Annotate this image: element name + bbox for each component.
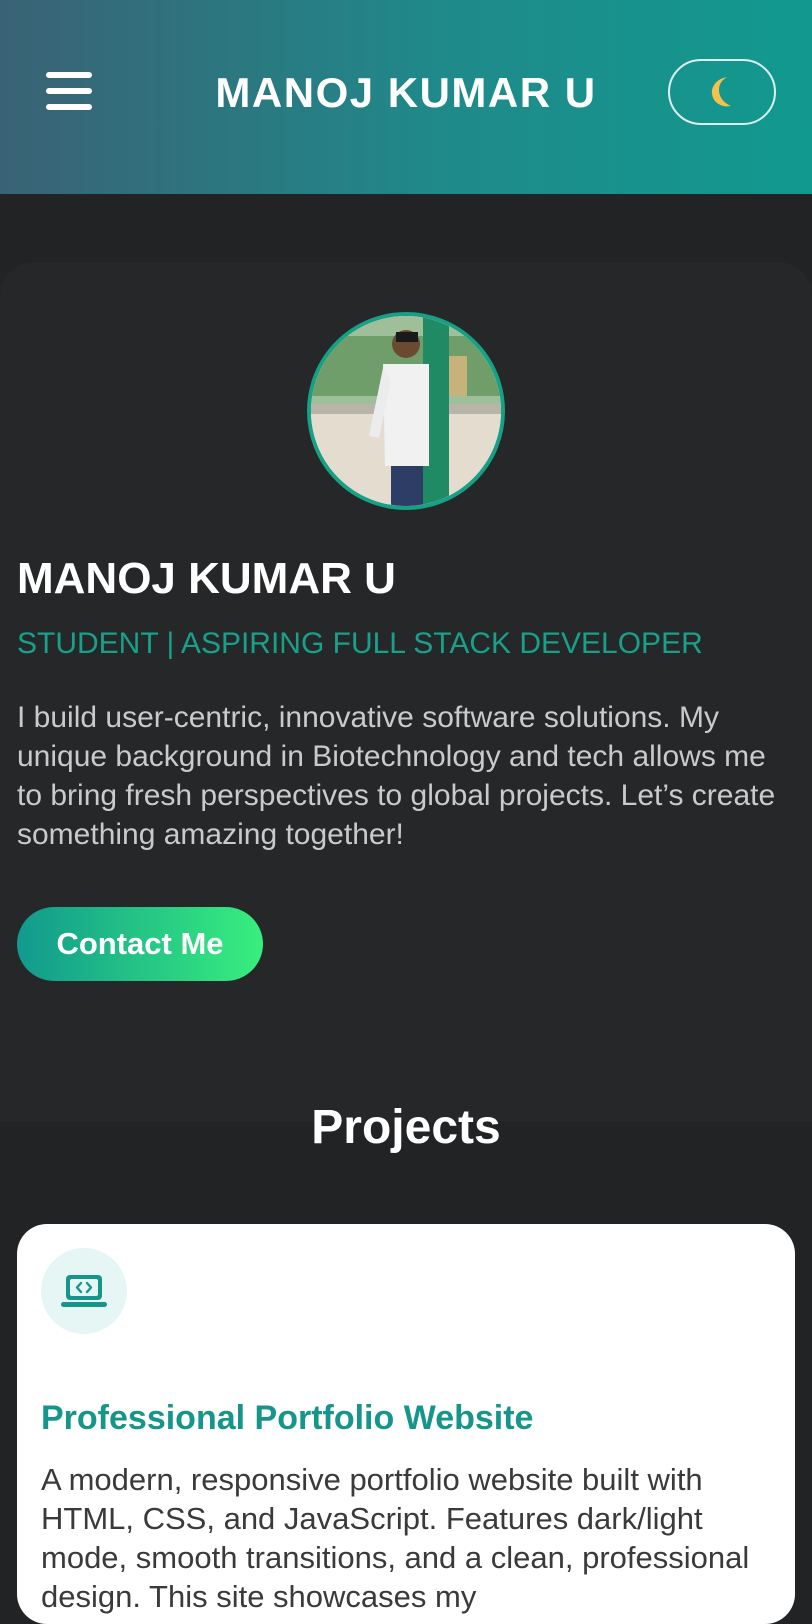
profile-avatar [307,312,505,510]
profile-role: STUDENT | ASPIRING FULL STACK DEVELOPER [17,627,703,660]
project-card[interactable]: Professional Portfolio Website A modern,… [17,1224,795,1624]
moon-icon [707,75,737,109]
project-title[interactable]: Professional Portfolio Website [41,1396,533,1440]
projects-section-title: Projects [311,1101,501,1154]
hamburger-menu-icon[interactable] [46,72,92,112]
profile-bio: I build user-centric, innovative softwar… [17,701,776,851]
project-description: A modern, responsive portfolio website b… [41,1462,750,1614]
site-title[interactable]: MANOJ KUMAR U [150,67,662,119]
contact-me-button[interactable]: Contact Me [17,907,263,981]
profile-name: MANOJ KUMAR U [17,554,396,603]
theme-toggle-button[interactable] [668,59,776,125]
site-header: MANOJ KUMAR U [0,0,812,194]
laptop-code-icon [41,1248,127,1334]
